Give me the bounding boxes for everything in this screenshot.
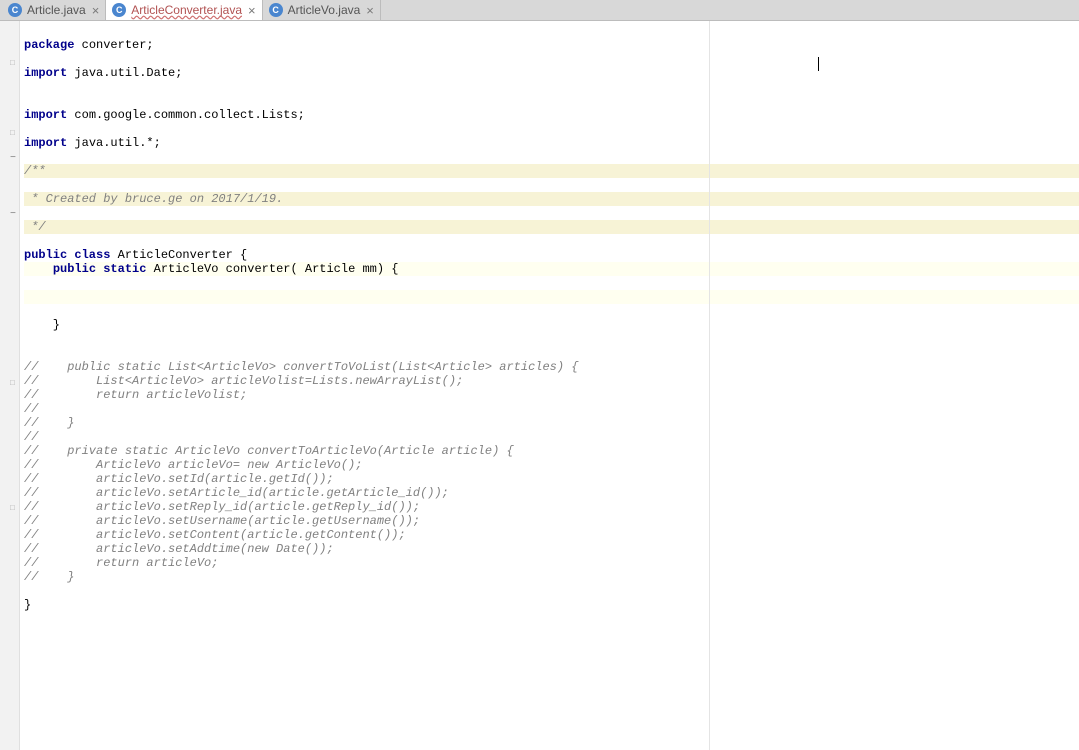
method-name: converter <box>226 262 291 276</box>
gutter-collapse-icon[interactable] <box>10 210 16 220</box>
tab-article-vo[interactable]: C ArticleVo.java × <box>263 0 381 20</box>
code-text: } <box>24 598 31 612</box>
gutter-collapse-icon[interactable] <box>10 154 16 164</box>
comment: // private static ArticleVo convertToArt… <box>24 444 514 458</box>
code-text: java.util.Date; <box>67 66 182 80</box>
comment: // articleVo.setAddtime(new Date()); <box>24 542 334 556</box>
gutter-fold-icon[interactable] <box>10 504 15 514</box>
comment: // ArticleVo articleVo= new ArticleVo(); <box>24 458 362 472</box>
code-editor[interactable]: package converter; import java.util.Date… <box>20 21 1079 750</box>
tab-article-converter[interactable]: C ArticleConverter.java × <box>106 0 262 20</box>
comment: // return articleVolist; <box>24 388 247 402</box>
keyword: import <box>24 108 67 122</box>
comment: // <box>24 430 38 444</box>
comment: // articleVo.setArticle_id(article.getAr… <box>24 486 449 500</box>
gutter-fold-icon[interactable] <box>10 129 15 139</box>
code-text: ArticleConverter { <box>110 248 247 262</box>
code-text: } <box>24 318 60 332</box>
code-text: java.util.*; <box>67 136 161 150</box>
comment: // List<ArticleVo> articleVolist=Lists.n… <box>24 374 463 388</box>
comment: // } <box>24 570 74 584</box>
editor-gutter[interactable] <box>0 21 20 750</box>
code-text: ArticleVo <box>146 262 225 276</box>
comment: // articleVo.setReply_id(article.getRepl… <box>24 500 420 514</box>
tab-label: Article.java <box>27 3 86 17</box>
keyword: public static <box>53 262 147 276</box>
tab-label: ArticleVo.java <box>288 3 361 17</box>
keyword: import <box>24 66 67 80</box>
class-icon: C <box>8 3 22 17</box>
editor-tab-bar: C Article.java × C ArticleConverter.java… <box>0 0 1079 21</box>
close-icon[interactable]: × <box>92 4 100 17</box>
gutter-fold-icon[interactable] <box>10 59 15 69</box>
doc-comment: */ <box>24 220 46 234</box>
text-cursor <box>818 57 819 71</box>
comment: // articleVo.setUsername(article.getUser… <box>24 514 420 528</box>
right-margin-line <box>709 21 710 750</box>
tab-label: ArticleConverter.java <box>131 3 242 17</box>
editor-area[interactable]: package converter; import java.util.Date… <box>0 21 1079 750</box>
comment: // public static List<ArticleVo> convert… <box>24 360 579 374</box>
close-icon[interactable]: × <box>366 4 374 17</box>
comment: // } <box>24 416 74 430</box>
class-icon: C <box>269 3 283 17</box>
keyword: import <box>24 136 67 150</box>
keyword: public class <box>24 248 110 262</box>
comment: // articleVo.setId(article.getId()); <box>24 472 334 486</box>
close-icon[interactable]: × <box>248 4 256 17</box>
comment: // articleVo.setContent(article.getConte… <box>24 528 406 542</box>
comment: // <box>24 402 38 416</box>
doc-comment: * Created by bruce.ge on 2017/1/19. <box>24 192 283 206</box>
class-icon: C <box>112 3 126 17</box>
gutter-fold-icon[interactable] <box>10 379 15 389</box>
code-text: converter; <box>74 38 153 52</box>
code-text: ( Article mm) { <box>290 262 398 276</box>
code-text <box>24 262 53 276</box>
comment: // return articleVo; <box>24 556 218 570</box>
keyword: package <box>24 38 74 52</box>
code-text: com.google.common.collect.Lists; <box>67 108 305 122</box>
doc-comment: /** <box>24 164 46 178</box>
tab-article[interactable]: C Article.java × <box>2 0 106 20</box>
